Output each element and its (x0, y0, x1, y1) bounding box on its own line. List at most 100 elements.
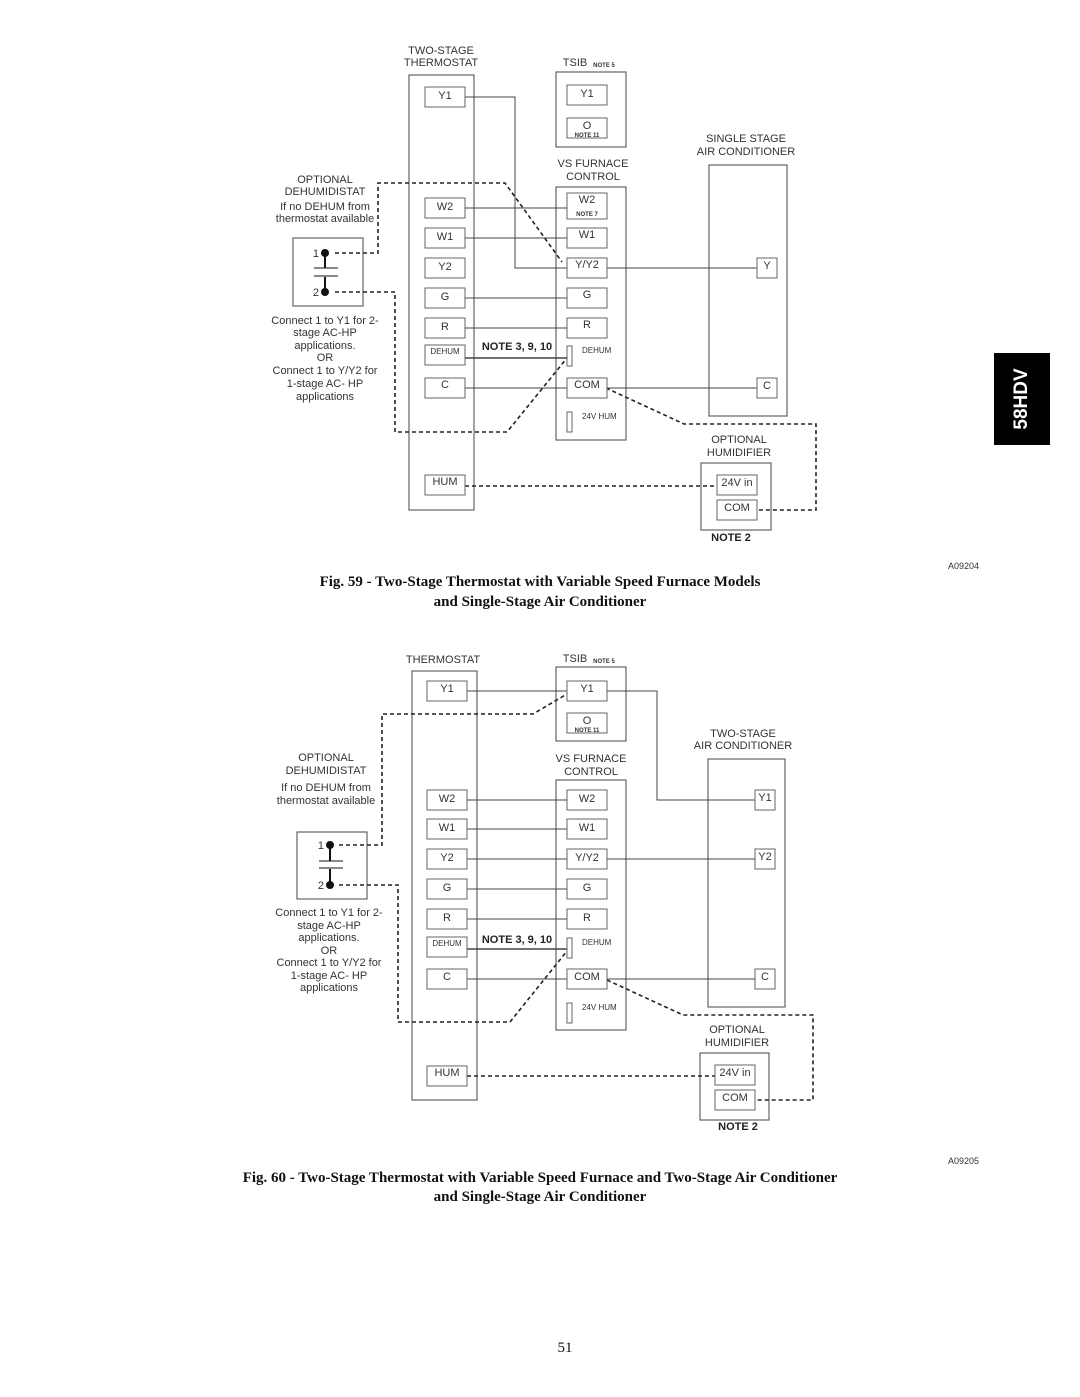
terminal-label: COM (724, 502, 750, 514)
fig60-humidifier-title-2: HUMIDIFIER (705, 1037, 769, 1049)
fig60-diagram: THERMOSTAT TSIB NOTE 5 VS FURNACE CONTRO… (275, 653, 814, 1133)
connect-note-line: Connect 1 to Y1 for 2- (275, 907, 383, 919)
fig60-code: A09205 (948, 1156, 980, 1166)
terminal-label: DEHUM (582, 346, 612, 355)
terminal-label: Y1 (438, 90, 451, 102)
terminal-label: Y1 (758, 792, 771, 804)
fig60-caption-line-2: and Single-Stage Air Conditioner (433, 1189, 647, 1205)
terminal-label: W2 (437, 201, 454, 213)
terminal-label: HUM (434, 1067, 459, 1079)
terminal-label: W1 (579, 229, 596, 241)
terminal-label: 24V HUM (582, 1003, 617, 1012)
terminal-label: HUM (432, 476, 457, 488)
fig60-dehum-sub-2: thermostat available (277, 795, 375, 807)
fig59-dehum-title-1: OPTIONAL (297, 174, 353, 186)
connect-note-line: Connect 1 to Y/Y2 for (277, 957, 382, 969)
fig59-humidifier-title-1: OPTIONAL (711, 434, 767, 446)
fig59-thermostat-title-2: THERMOSTAT (404, 57, 478, 69)
fig59-wire-y1-yy2 (465, 96, 567, 269)
fig60-ac-title-2: AIR CONDITIONER (694, 740, 792, 752)
fig59-furnace-dehum-pin (566, 345, 573, 367)
fig59-dehum-sub-2: thermostat available (276, 213, 374, 225)
fig59-dehum-sub-1: If no DEHUM from (280, 201, 370, 213)
fig60-humidifier-title-1: OPTIONAL (709, 1024, 765, 1036)
fig59-dehum-note: NOTE 3, 9, 10 (482, 341, 552, 353)
fig60-dehum-pin1-label: 1 (318, 840, 324, 852)
fig60-tsib-title: TSIB (563, 653, 587, 665)
fig60-furnace-title-2: CONTROL (564, 766, 618, 778)
terminal-label: W1 (579, 822, 596, 834)
terminal-label: Y2 (438, 261, 451, 273)
fig60-furnace-box (555, 779, 627, 1031)
fig59-furnace-title-2: CONTROL (566, 171, 620, 183)
page-number: 51 (557, 1340, 573, 1356)
terminal-label: 24V HUM (582, 412, 617, 421)
fig59-thermostat-terminals: Y1 W2 W1 Y2 G R DEHUM C HUM (424, 86, 466, 496)
terminal-label: R (443, 912, 451, 924)
terminal-note: NOTE 11 (575, 133, 600, 139)
terminal-label: R (583, 912, 591, 924)
terminal-label: W1 (439, 822, 456, 834)
fig59-dehum-title-2: DEHUMIDISTAT (285, 186, 366, 198)
fig60-tsib-note: NOTE 5 (593, 659, 615, 665)
terminal-label: W1 (437, 231, 454, 243)
fig59-code: A09204 (948, 561, 980, 571)
terminal-label: W2 (579, 793, 596, 805)
terminal-label: W2 (439, 793, 456, 805)
fig59-furnace-title-1: VS FURNACE (558, 158, 629, 170)
terminal-label: 24V in (721, 477, 752, 489)
fig59-furnace-hum-pin (566, 411, 573, 433)
fig60-dehum-title-2: DEHUMIDISTAT (286, 765, 367, 777)
fig60-thermostat-terminals: Y1 W2 W1 Y2 G R DEHUM C HUM (426, 680, 468, 1087)
terminal-label: DEHUM (582, 938, 612, 947)
terminal-label: Y1 (580, 88, 593, 100)
connect-note-line: applications. (298, 932, 359, 944)
terminal-label: Y1 (580, 683, 593, 695)
terminal-label: O (583, 715, 592, 727)
terminal-label: Y (763, 260, 771, 272)
connect-note-line: OR (317, 352, 334, 364)
terminal-label: Y2 (440, 852, 453, 864)
connect-note-line: stage AC-HP (293, 327, 357, 339)
connect-note-line: 1-stage AC- HP (287, 378, 363, 390)
fig60-thermostat-title: THERMOSTAT (406, 654, 480, 666)
terminal-label: G (583, 289, 592, 301)
terminal-label: R (441, 321, 449, 333)
terminal-label: G (441, 291, 450, 303)
terminal-label: W2 (579, 194, 596, 206)
fig60-dehum-sub-1: If no DEHUM from (281, 782, 371, 794)
terminal-label: C (441, 379, 449, 391)
fig59-ac-title-2: AIR CONDITIONER (697, 146, 795, 158)
terminal-label: DEHUM (430, 347, 460, 356)
fig59-tsib-note: NOTE 5 (593, 63, 615, 69)
fig60-humidifier-note: NOTE 2 (718, 1121, 758, 1133)
fig59-humidifier-note: NOTE 2 (711, 532, 751, 544)
fig60-furnace-title-1: VS FURNACE (556, 753, 627, 765)
terminal-label: C (443, 971, 451, 983)
terminal-label: R (583, 319, 591, 331)
terminal-label: G (583, 882, 592, 894)
fig59-dehum-pin1-label: 1 (313, 248, 319, 260)
terminal-label: Y1 (440, 683, 453, 695)
fig60-dehum-pin2-label: 2 (318, 880, 324, 892)
fig59-ac-title-1: SINGLE STAGE (706, 133, 786, 145)
terminal-label: Y/Y2 (575, 259, 599, 271)
connect-note-line: applications (300, 982, 359, 994)
model-side-tab-label: 58HDV (1011, 368, 1032, 430)
terminal-label: O (583, 120, 592, 132)
fig59-connect-notes: Connect 1 to Y1 for 2- stage AC-HP appli… (271, 315, 379, 403)
fig59-diagram: TWO-STAGE THERMOSTAT TSIB NOTE 5 VS FURN… (271, 45, 817, 544)
terminal-label: Y2 (758, 851, 771, 863)
fig59-caption-line-2: and Single-Stage Air Conditioner (433, 594, 647, 610)
connect-note-line: 1-stage AC- HP (291, 970, 367, 982)
terminal-label: C (763, 380, 771, 392)
connect-note-line: Connect 1 to Y/Y2 for (273, 365, 378, 377)
terminal-label: G (443, 882, 452, 894)
fig59-dehum-pin2-label: 2 (313, 287, 319, 299)
fig60-connect-notes: Connect 1 to Y1 for 2- stage AC-HP appli… (275, 907, 383, 994)
fig59-humidifier-title-2: HUMIDIFIER (707, 447, 771, 459)
fig60-caption-line-1: Fig. 60 - Two-Stage Thermostat with Vari… (242, 1170, 838, 1186)
connect-note-line: applications (296, 391, 355, 403)
connect-note-line: Connect 1 to Y1 for 2- (271, 315, 379, 327)
terminal-note: NOTE 11 (575, 728, 600, 734)
